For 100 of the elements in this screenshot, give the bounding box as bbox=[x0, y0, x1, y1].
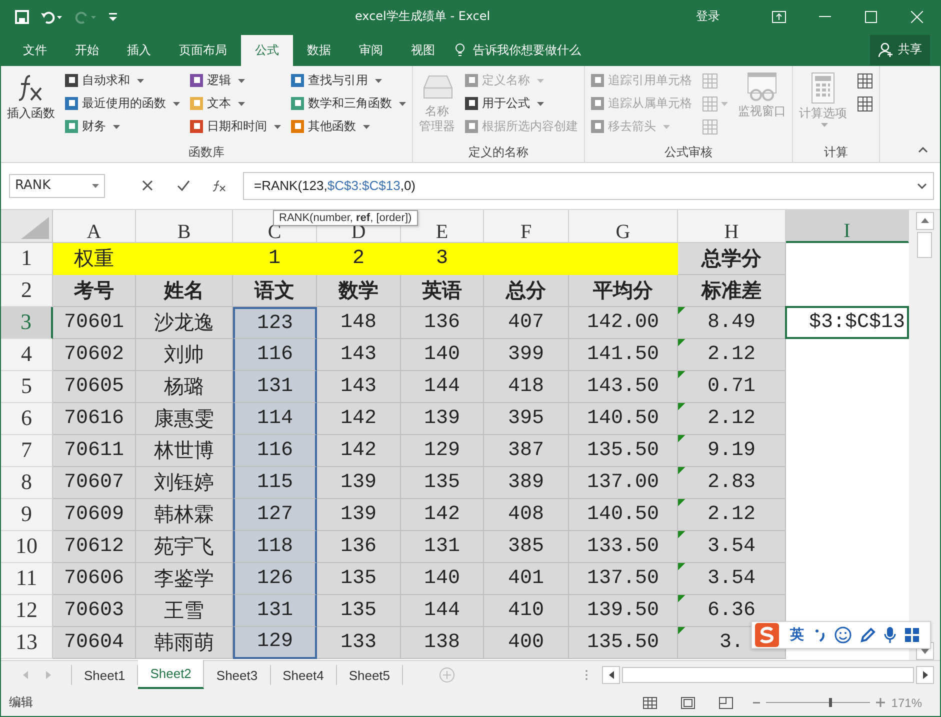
ribbon-button[interactable]: 用于公式 bbox=[463, 92, 580, 115]
table-cell: 70601 bbox=[53, 306, 136, 339]
row-header[interactable]: 10 bbox=[1, 530, 53, 563]
table-cell: 395 bbox=[484, 402, 569, 435]
table-cell: 总分 bbox=[484, 274, 569, 307]
formula-field[interactable]: =RANK(123,$C$3:$C$13,0) bbox=[243, 172, 934, 200]
ribbon-button[interactable]: 逻辑 bbox=[188, 70, 283, 92]
ribbon-tab[interactable]: 视图 bbox=[397, 34, 449, 66]
row-header[interactable]: 4 bbox=[1, 338, 53, 371]
page-layout-icon[interactable] bbox=[681, 696, 696, 709]
ribbon-button[interactable]: 文本 bbox=[188, 92, 283, 115]
row-header[interactable]: 3 bbox=[1, 306, 53, 339]
horizontal-scrollbar[interactable] bbox=[622, 667, 914, 684]
ribbon-button[interactable]: 最近使用的函数 bbox=[63, 92, 182, 115]
zoom-out-icon[interactable] bbox=[753, 701, 760, 704]
cell-editor[interactable]: $3:$C$13 bbox=[785, 306, 909, 339]
row-header[interactable]: 6 bbox=[1, 402, 53, 435]
table-cell: 2.12 bbox=[678, 498, 786, 531]
table-cell: 137.00 bbox=[569, 466, 678, 499]
table-cell: 148 bbox=[317, 306, 401, 339]
column-header[interactable]: G bbox=[616, 224, 630, 241]
save-icon[interactable] bbox=[15, 10, 29, 24]
caret-icon bbox=[113, 124, 120, 129]
ribbon-button[interactable]: 数学和三角函数 bbox=[289, 92, 408, 115]
table-cell: 400 bbox=[484, 626, 569, 659]
column-header[interactable]: H bbox=[724, 224, 739, 241]
row-header[interactable]: 5 bbox=[1, 370, 53, 403]
undo-icon[interactable] bbox=[41, 10, 63, 24]
table-cell: 2 bbox=[317, 242, 401, 275]
ribbon-button[interactable]: 查找与引用 bbox=[289, 70, 408, 92]
table-cell: 143 bbox=[317, 338, 401, 371]
left-arrow-icon[interactable] bbox=[608, 671, 614, 680]
collapse-icon[interactable] bbox=[918, 146, 928, 153]
table-cell: 140 bbox=[401, 562, 484, 595]
row-header[interactable]: 11 bbox=[1, 562, 53, 595]
sheet-tab[interactable]: Sheet4 bbox=[270, 665, 337, 686]
table-cell: 70611 bbox=[53, 434, 136, 467]
ribbon-tab[interactable]: 插入 bbox=[113, 34, 165, 66]
table-cell: 143.50 bbox=[569, 370, 678, 403]
table-cell: 3.54 bbox=[678, 530, 786, 563]
minimize-icon bbox=[819, 16, 831, 18]
sheet-tab[interactable]: Sheet5 bbox=[336, 665, 404, 686]
table-cell: 131 bbox=[233, 370, 317, 403]
ribbon-tab[interactable]: 页面布局 bbox=[165, 34, 241, 66]
ribbon-button[interactable]: 财务 bbox=[63, 116, 182, 138]
grid-icon[interactable] bbox=[904, 627, 920, 643]
microphone-icon[interactable] bbox=[884, 626, 896, 644]
name-box[interactable]: RANK bbox=[9, 174, 105, 198]
ribbon-tab[interactable]: 文件 bbox=[9, 34, 61, 66]
customize-icon[interactable] bbox=[109, 12, 117, 20]
row-header[interactable]: 2 bbox=[1, 274, 53, 307]
table-cell: 2.12 bbox=[678, 338, 786, 371]
ribbon-tab[interactable]: 开始 bbox=[61, 34, 113, 66]
row-header[interactable]: 7 bbox=[1, 434, 53, 467]
input-logo-icon[interactable] bbox=[754, 622, 780, 648]
table-cell: 135 bbox=[317, 562, 401, 595]
row-header[interactable]: 8 bbox=[1, 466, 53, 499]
punctuation-icon[interactable] bbox=[814, 627, 826, 643]
calculator-icon bbox=[810, 72, 836, 104]
down-arrow-icon[interactable] bbox=[920, 648, 928, 654]
smiley-icon[interactable] bbox=[834, 626, 852, 644]
ribbon-large-button[interactable]: 插入函数 bbox=[5, 70, 57, 144]
sheet-tab[interactable]: Sheet2 bbox=[138, 660, 204, 690]
table-cell: 70609 bbox=[53, 498, 136, 531]
table-cell: 142 bbox=[317, 402, 401, 435]
ribbon-tab[interactable]: 公式 bbox=[241, 34, 293, 66]
tell-me-field[interactable]: 告诉我你想要做什么 bbox=[471, 42, 615, 58]
row-header[interactable]: 9 bbox=[1, 498, 53, 531]
column-header[interactable]: E bbox=[436, 224, 448, 241]
column-header[interactable]: F bbox=[520, 224, 532, 241]
table-cell: 总学分 bbox=[678, 242, 786, 275]
page-break-icon[interactable] bbox=[719, 696, 734, 709]
ribbon-tab[interactable]: 数据 bbox=[293, 34, 345, 66]
expand-icon[interactable] bbox=[917, 182, 927, 189]
pen-icon[interactable] bbox=[860, 627, 876, 643]
column-header[interactable]: I bbox=[844, 222, 850, 240]
normal-view-icon[interactable] bbox=[643, 696, 658, 709]
row-header[interactable]: 13 bbox=[1, 626, 53, 659]
ribbon-button[interactable]: 日期和时间 bbox=[188, 116, 283, 138]
zoom-in-icon[interactable] bbox=[876, 698, 886, 708]
table-cell: 韩林霖 bbox=[136, 498, 233, 531]
table-cell: 389 bbox=[484, 466, 569, 499]
ribbon-button[interactable]: 其他函数 bbox=[289, 116, 408, 138]
slider-thumb[interactable] bbox=[828, 698, 832, 708]
row-header[interactable]: 12 bbox=[1, 594, 53, 627]
right-arrow-icon[interactable] bbox=[922, 671, 928, 680]
scroll-thumb[interactable] bbox=[917, 232, 932, 258]
up-arrow-icon[interactable] bbox=[920, 218, 928, 224]
ribbon-tab[interactable]: 审阅 bbox=[345, 34, 397, 66]
share-button[interactable]: 共享 bbox=[870, 34, 930, 65]
table-cell: 114 bbox=[233, 402, 317, 435]
sheet-tab[interactable]: Sheet3 bbox=[204, 665, 271, 686]
glasses-window-icon bbox=[745, 72, 779, 102]
column-header[interactable]: B bbox=[177, 224, 191, 241]
column-header[interactable]: A bbox=[86, 224, 102, 241]
function-icon bbox=[212, 180, 226, 192]
language-toggle[interactable]: 英 bbox=[788, 626, 806, 644]
row-header[interactable]: 1 bbox=[1, 242, 53, 275]
sign-in-link[interactable]: 登录 bbox=[690, 7, 726, 26]
ribbon-button[interactable]: 自动求和 bbox=[63, 70, 182, 92]
